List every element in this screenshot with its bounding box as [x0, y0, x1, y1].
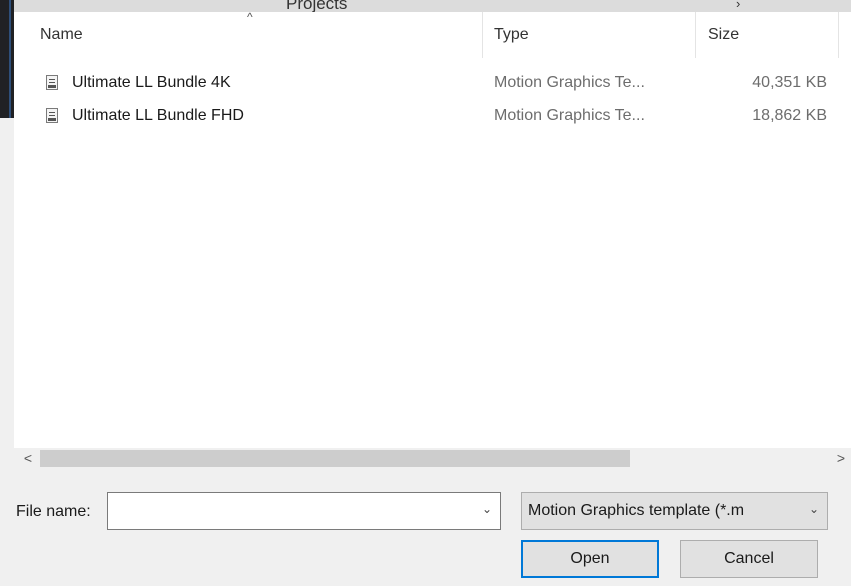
- column-header-size-label: Size: [708, 26, 740, 43]
- file-list[interactable]: ^ Name Type Size Ultimate LL Bundle 4K M…: [14, 10, 851, 448]
- breadcrumb-current[interactable]: Projects: [286, 0, 347, 12]
- scrollbar-thumb[interactable]: [40, 450, 630, 467]
- column-header-type-label: Type: [494, 26, 529, 43]
- cancel-button-label: Cancel: [724, 550, 774, 567]
- file-name-combobox[interactable]: ⌄: [107, 492, 501, 530]
- horizontal-scrollbar[interactable]: < >: [14, 448, 851, 469]
- column-header-size[interactable]: Size: [696, 12, 839, 58]
- scroll-right-icon[interactable]: >: [831, 448, 851, 469]
- scroll-left-icon[interactable]: <: [18, 448, 38, 469]
- column-header-type[interactable]: Type: [483, 12, 696, 58]
- motion-graphics-file-icon: [46, 108, 58, 123]
- chevron-down-icon: ⌄: [808, 502, 819, 516]
- column-header-name-label: Name: [40, 26, 83, 43]
- file-row[interactable]: Ultimate LL Bundle FHD Motion Graphics T…: [14, 102, 839, 131]
- chevron-down-icon[interactable]: ⌄: [482, 502, 492, 516]
- background-accent-strip: [9, 0, 11, 118]
- address-bar: Projects ›: [14, 0, 851, 12]
- sort-ascending-icon: ^: [247, 10, 253, 24]
- file-name: Ultimate LL Bundle 4K: [72, 74, 231, 91]
- file-type: Motion Graphics Te...: [494, 74, 645, 91]
- motion-graphics-file-icon: [46, 75, 58, 90]
- cancel-button[interactable]: Cancel: [680, 540, 818, 578]
- file-type: Motion Graphics Te...: [494, 107, 645, 124]
- file-name-label: File name:: [16, 503, 91, 520]
- file-name: Ultimate LL Bundle FHD: [72, 107, 244, 124]
- background-window-edge: [0, 0, 14, 118]
- file-type-filter-value: Motion Graphics template (*.m: [528, 502, 745, 519]
- column-header-name[interactable]: ^ Name: [14, 10, 483, 58]
- file-name-input[interactable]: [110, 495, 474, 527]
- open-button[interactable]: Open: [521, 540, 659, 578]
- file-size: 40,351 KB: [752, 74, 827, 91]
- file-row[interactable]: Ultimate LL Bundle 4K Motion Graphics Te…: [14, 69, 839, 98]
- chevron-right-icon[interactable]: ›: [736, 0, 740, 11]
- file-type-filter[interactable]: Motion Graphics template (*.m ⌄: [521, 492, 828, 530]
- file-size: 18,862 KB: [752, 107, 827, 124]
- open-button-label: Open: [570, 550, 610, 567]
